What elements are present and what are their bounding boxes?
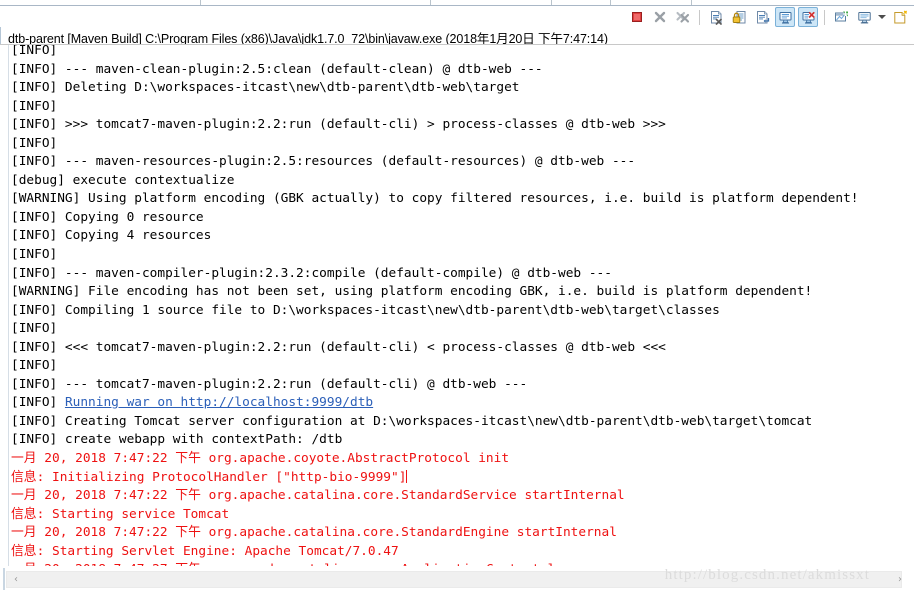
- console-gutter: [4, 45, 9, 566]
- console-line-text: [INFO]: [11, 321, 65, 337]
- console-toolbar: [0, 6, 914, 28]
- console-line-text: [WARNING] File encoding has not been set…: [11, 284, 813, 300]
- display-selected-console-button[interactable]: [854, 7, 874, 27]
- scroll-lock-button[interactable]: [729, 7, 749, 27]
- word-wrap-button[interactable]: [752, 7, 772, 27]
- monitor-icon: [857, 11, 871, 23]
- show-console-on-error-button[interactable]: [798, 7, 818, 27]
- console-line-text: [INFO]: [11, 45, 65, 58]
- x-mark-icon: [654, 11, 666, 23]
- console-line: [INFO]: [11, 45, 858, 61]
- console-line: [INFO]: [11, 320, 858, 339]
- console-line-text: [INFO] --- maven-compiler-plugin:2.3.2:c…: [11, 265, 612, 281]
- console-line: 一月 20, 2018 7:47:22 下午 org.apache.catali…: [11, 487, 858, 506]
- pin-console-button[interactable]: [831, 7, 851, 27]
- console-line-text: [WARNING] Using platform encoding (GBK a…: [11, 191, 859, 207]
- console-line: [INFO] Copying 0 resource: [11, 209, 858, 228]
- console-line: [INFO] Compiling 1 source file to D:\wor…: [11, 302, 858, 321]
- console-line: 信息: Starting service Tomcat: [11, 506, 858, 525]
- console-line: [INFO] Creating Tomcat server configurat…: [11, 413, 858, 432]
- clear-console-button[interactable]: [706, 7, 726, 27]
- new-console-icon: [893, 10, 907, 23]
- console-line: [WARNING] Using platform encoding (GBK a…: [11, 190, 858, 209]
- console-line: [WARNING] File encoding has not been set…: [11, 283, 858, 302]
- console-line: 信息: Starting Servlet Engine: Apache Tomc…: [11, 543, 858, 562]
- console-line: [INFO]: [11, 357, 858, 376]
- console-line-text: 一月 20, 2018 7:47:22 下午 org.apache.catali…: [11, 525, 617, 541]
- watermark-text: http://blog.csdn.net/akmissxt: [664, 567, 870, 583]
- console-line: [INFO] create webapp with contextPath: /…: [11, 431, 858, 450]
- console-line-text: [INFO] --- maven-clean-plugin:2.5:clean …: [11, 61, 543, 77]
- console-line: [INFO] --- tomcat7-maven-plugin:2.2:run …: [11, 376, 858, 395]
- scrollbar-edge-marker: [3, 568, 5, 590]
- remove-launch-button[interactable]: [650, 7, 670, 27]
- console-line-text: [INFO] create webapp with contextPath: /…: [11, 432, 343, 448]
- console-line-text: 信息: Initializing ProtocolHandler ["http-…: [11, 469, 407, 485]
- console-line-text: 信息: Starting service Tomcat: [11, 506, 230, 522]
- console-line-text: 一月 20, 2018 7:47:22 下午 org.apache.catali…: [11, 488, 625, 504]
- console-log-lines: [INFO] [INFO] --- maven-clean-plugin:2.5…: [11, 45, 858, 566]
- console-hyperlink[interactable]: Running war on http://localhost:9999/dtb: [65, 395, 373, 410]
- console-line: [INFO] <<< tomcat7-maven-plugin:2.2:run …: [11, 339, 858, 358]
- console-line: 一月 20, 2018 7:47:22 下午 org.apache.catali…: [11, 524, 858, 543]
- clear-page-icon: [710, 10, 722, 25]
- console-line-text: [INFO] --- tomcat7-maven-plugin:2.2:run …: [11, 376, 528, 392]
- eclipse-console-view: dtb-parent [Maven Build] C:\Program File…: [0, 0, 914, 596]
- pin-console-icon: [834, 11, 848, 21]
- console-line-text: 信息: Starting Servlet Engine: Apache Tomc…: [11, 543, 399, 559]
- console-line-text: [debug] execute contextualize: [11, 172, 235, 188]
- wrap-page-icon: [756, 10, 769, 23]
- lock-page-icon: [732, 10, 745, 23]
- console-line-text: [INFO] Compiling 1 source file to D:\wor…: [11, 302, 720, 318]
- console-line: [INFO] --- maven-resources-plugin:2.5:re…: [11, 153, 858, 172]
- double-x-mark-icon: [676, 11, 690, 23]
- horizontal-scrollbar[interactable]: ‹ › http://blog.csdn.net/akmissxt: [0, 566, 914, 596]
- console-line-prefix: [INFO]: [11, 395, 65, 411]
- stop-square-icon: [632, 12, 642, 22]
- title-left-marker: [0, 27, 1, 45]
- console-line-text: [INFO] >>> tomcat7-maven-plugin:2.2:run …: [11, 117, 666, 133]
- console-line-text: [INFO] Copying 0 resource: [11, 209, 204, 225]
- console-line: [INFO] Running war on http://localhost:9…: [11, 394, 858, 413]
- console-line: 信息: Initializing ProtocolHandler ["http-…: [11, 469, 858, 488]
- console-line: [INFO] --- maven-clean-plugin:2.5:clean …: [11, 61, 858, 80]
- show-console-on-output-button[interactable]: [775, 7, 795, 27]
- console-toolbar-buttons: [627, 7, 910, 27]
- console-line: [INFO] Copying 4 resources: [11, 227, 858, 246]
- console-line-text: 一月 20, 2018 7:47:22 下午 org.apache.coyote…: [11, 451, 510, 467]
- open-console-button[interactable]: [890, 7, 910, 27]
- console-line-text: [INFO] Creating Tomcat server configurat…: [11, 413, 813, 429]
- console-output-area[interactable]: [INFO] [INFO] --- maven-clean-plugin:2.5…: [0, 45, 914, 566]
- console-line: [INFO] >>> tomcat7-maven-plugin:2.2:run …: [11, 116, 858, 135]
- console-error-icon: [802, 11, 815, 24]
- console-title-bar: dtb-parent [Maven Build] C:\Program File…: [0, 27, 914, 46]
- console-line-text: [INFO]: [11, 358, 65, 374]
- console-line-text: [INFO] --- maven-resources-plugin:2.5:re…: [11, 154, 636, 170]
- console-line-text: [INFO] Deleting D:\workspaces-itcast\new…: [11, 80, 520, 96]
- console-line-text: [INFO]: [11, 247, 65, 263]
- console-line: [INFO]: [11, 98, 858, 117]
- console-line-text: [INFO] <<< tomcat7-maven-plugin:2.2:run …: [11, 339, 666, 355]
- console-line: [INFO] Deleting D:\workspaces-itcast\new…: [11, 79, 858, 98]
- terminate-button[interactable]: [627, 7, 647, 27]
- console-line: [INFO]: [11, 246, 858, 265]
- scroll-right-arrow[interactable]: ›: [892, 571, 908, 588]
- toolbar-separator-1: [699, 9, 700, 25]
- console-line-text: [INFO] Copying 4 resources: [11, 228, 212, 244]
- console-line: 一月 20, 2018 7:47:22 下午 org.apache.coyote…: [11, 450, 858, 469]
- display-console-dropdown[interactable]: [877, 7, 887, 27]
- console-output-icon: [779, 11, 791, 24]
- console-line-text: [INFO]: [11, 135, 65, 151]
- chevron-down-icon: [878, 15, 886, 19]
- text-cursor: [406, 469, 408, 483]
- console-line-text: [INFO]: [11, 98, 65, 114]
- remove-all-terminated-button[interactable]: [673, 7, 693, 27]
- toolbar-separator-2: [824, 9, 825, 25]
- scroll-left-arrow[interactable]: ‹: [8, 571, 24, 588]
- console-line: [debug] execute contextualize: [11, 172, 858, 191]
- console-line: [INFO]: [11, 135, 858, 154]
- console-line: [INFO] --- maven-compiler-plugin:2.3.2:c…: [11, 265, 858, 284]
